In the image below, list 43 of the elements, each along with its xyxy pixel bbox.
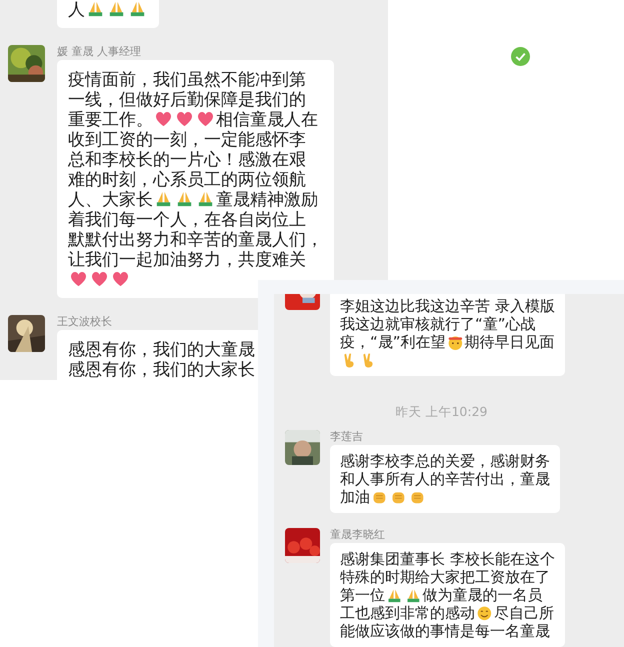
message-text: 一线，但做好后勤保障是我们的 [68, 88, 306, 110]
message-text: 着我们每一个人，在各自岗位上 [68, 208, 306, 230]
message-text: 感恩有你，我们的大家长 [68, 358, 255, 380]
sender-name: 李莲吉 [330, 430, 364, 443]
message-text: 默默付出努力和辛苦的童晟人们， [68, 228, 323, 250]
message-text: 让我们一起加油努力，共度难关 [68, 248, 306, 270]
message-text: 疫，“晟”利在望 [340, 332, 446, 352]
message-text: 疫情面前，我们虽然不能冲到第 [68, 68, 306, 90]
sender-name: 王文波校长 [57, 315, 113, 328]
heart-icon [196, 109, 216, 129]
message-text: 做为童晟的一名员 [422, 586, 543, 604]
heart-icon [111, 269, 130, 289]
sender-name: 媛 童晟 人事经理 [57, 45, 142, 58]
heart-icon [175, 109, 194, 129]
message-text: 期待早日见面 [464, 332, 554, 352]
message-text: 感恩有你，我们的大童晟 [68, 338, 255, 360]
message-text: 相信童晟人在 [216, 108, 318, 130]
message-text: 重要工作。 [68, 108, 153, 130]
message-text: 我这边就审核就行了“童”心战 [340, 314, 536, 334]
message-text: 人、大家长 [68, 188, 153, 210]
timestamp: 昨天 上午10:29 [396, 404, 488, 421]
message-text: 李姐这边比我这边辛苦 录入模版 [340, 296, 555, 316]
message-text: 感谢集团董事长 李校长能在这个 [340, 550, 555, 568]
message-text: 特殊的时期给大家把工资放在了 [340, 568, 550, 586]
message-text: 第一位 [340, 586, 385, 604]
message-text: 和人事所有人的辛苦付出，童晟 [340, 470, 550, 488]
message-text: 能做应该做的事情是每一名童晟 [340, 622, 550, 640]
message-text: 尽自己所 [494, 604, 554, 622]
message-text: 收到工资的一刻，一定能感怀李 [68, 128, 306, 150]
heart-icon [154, 109, 174, 129]
message-text: 人 [68, 0, 85, 20]
heart-icon [90, 269, 110, 289]
message-text: 总和李校长的一片心！感激在艰 [68, 148, 306, 170]
heart-icon [69, 269, 88, 289]
sender-name: 童晟李晓红 [330, 528, 386, 541]
message-text: 感谢李校李总的关爱，感谢财务 [340, 452, 550, 470]
message-text: 加油 [340, 488, 370, 506]
check-icon [511, 47, 530, 66]
smiley-icon [476, 604, 493, 622]
face-icon [446, 334, 464, 350]
message-text: 工也感到非常的感动 [340, 604, 475, 622]
message-text: 童晟精神激励 [216, 188, 318, 210]
message-text: 难的时刻，心系员工的两位领航 [68, 168, 306, 190]
